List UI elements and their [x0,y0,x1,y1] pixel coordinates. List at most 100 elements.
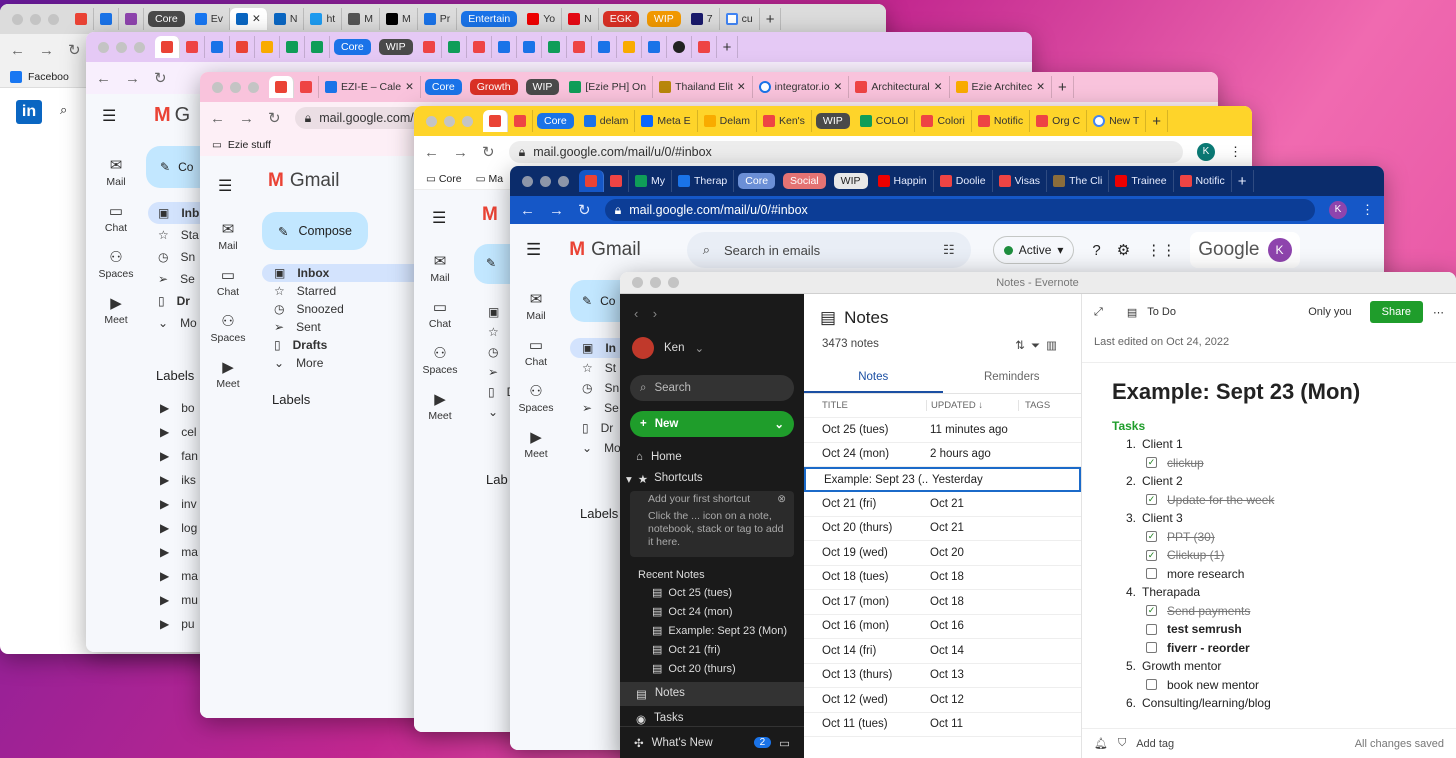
account-chip[interactable]: Google K [1190,232,1300,268]
folder-more[interactable]: ⌄ More [262,354,414,372]
avatar[interactable]: K [1329,201,1347,219]
tab[interactable] [294,76,319,98]
folder-sent[interactable]: ➢ Sent [262,318,414,336]
tab[interactable]: Pr [418,8,458,30]
tab-group[interactable]: WIP [646,11,681,27]
folder-sent[interactable]: ➢Se [476,362,525,382]
window-controls[interactable] [0,13,69,25]
menu-icon[interactable]: ☰ [432,208,446,228]
forward-icon[interactable]: › [653,306,657,321]
tab[interactable] [692,36,717,58]
table-row[interactable]: Oct 20 (thurs) Oct 21 [804,517,1081,541]
note-title[interactable]: Example: Sept 23 (Mon) [1112,379,1426,405]
tab-gmail[interactable] [69,8,94,30]
tab[interactable]: N [268,8,305,30]
menu-dots-icon[interactable]: ⋮ [1361,202,1374,218]
tab[interactable] [542,36,567,58]
tab[interactable]: Ken's [757,110,812,132]
column-updated[interactable]: UPDATED ↓ [926,400,1018,411]
window-controls[interactable] [86,41,155,53]
checkbox[interactable] [1146,623,1157,635]
task-item[interactable]: 3. Client 3 [1112,509,1426,528]
tab-group[interactable]: Core [148,11,185,27]
tab[interactable]: Notific [972,110,1031,132]
forward-icon[interactable]: → [453,144,468,161]
checkbox-checked[interactable]: ✓ [1146,494,1157,506]
folder-inbox[interactable]: ▣ Inbox [262,264,414,282]
checkbox-checked[interactable]: ✓ [1146,457,1157,469]
folder-more[interactable]: ⌄ Mo [148,312,200,334]
tab[interactable]: 7 [685,8,720,30]
folder-starred[interactable]: ☆ Starred [262,282,414,300]
recent-note[interactable]: ▤ Oct 25 (tues) [620,583,804,602]
gmail-logo[interactable]: M Gmail [268,170,339,192]
subtask-item[interactable]: ✓ PPT (30) [1112,528,1426,547]
search-icon[interactable]: ⌕ [60,102,67,118]
tab[interactable]: My [629,170,672,192]
tab-group[interactable]: Social [783,173,826,189]
compose-button[interactable]: ✎ Compose [262,212,368,250]
folder-drafts[interactable]: ▯Dr [476,382,519,402]
new-tab-button[interactable]: + [717,36,739,58]
gmail-m-icon[interactable]: M [482,204,498,226]
menu-icon[interactable]: ☰ [218,176,232,196]
task-item[interactable]: 2. Client 2 [1112,472,1426,491]
tab-group[interactable]: WIP [378,39,413,55]
folder-snoozed[interactable]: ◷ Snoozed [262,300,414,318]
tab-reminders[interactable]: Reminders [943,363,1082,393]
compose-button[interactable]: ✎ Co [570,280,622,322]
tab[interactable]: Thailand Elit ✕ [653,76,753,98]
bell-icon[interactable]: 🔔︎ [1094,737,1108,750]
tab-group[interactable]: Core [334,39,371,55]
nav-shortcuts[interactable]: ▾ ★ Shortcuts [620,467,804,491]
table-row[interactable]: Oct 12 (wed) Oct 12 [804,688,1081,713]
rail-meet[interactable]: ▶ Meet [96,294,136,326]
rail-chat[interactable]: ▭ Chat [420,298,460,330]
new-note-button[interactable]: + New ⌄ [630,411,794,437]
nav-home[interactable]: ⌂ Home [620,437,804,467]
checkbox-checked[interactable]: ✓ [1146,605,1157,617]
table-row[interactable]: Oct 14 (fri) Oct 14 [804,639,1081,664]
search-input[interactable]: ⌕ Search in emails ☷ [686,232,971,268]
folder-snoozed[interactable]: ◷Sn [476,342,525,362]
expand-icon[interactable]: ⤢ [1094,306,1103,319]
help-icon[interactable]: ? [1092,242,1100,259]
table-row[interactable]: Oct 24 (mon) 2 hours ago [804,443,1081,467]
folder-snoozed[interactable]: ◷Sn [570,378,622,398]
table-row[interactable]: Oct 17 (mon) Oct 18 [804,590,1081,615]
note-body[interactable]: Example: Sept 23 (Mon) Tasks 1. Client 1 ✓… [1082,363,1456,713]
gmail-logo[interactable]: MG [154,104,190,127]
tab[interactable]: ht [304,8,343,30]
tab-gmail[interactable] [269,76,294,98]
tab[interactable]: Meta E [635,110,698,132]
tab[interactable] [492,36,517,58]
recent-note[interactable]: ▤ Oct 21 (fri) [620,640,804,659]
status-button[interactable]: Active ▾ [992,236,1075,264]
label-item[interactable]: ▶ inv [160,492,200,516]
tab[interactable] [94,8,119,30]
rail-meet[interactable]: ▶ Meet [516,428,556,460]
back-icon[interactable]: ‹ [634,306,638,321]
forward-icon[interactable]: → [125,70,140,87]
filter-icon[interactable]: ☷ [943,242,955,258]
table-row[interactable]: Oct 13 (thurs) Oct 13 [804,664,1081,688]
folder-sent[interactable]: ➢Se [148,268,200,290]
checkbox-checked[interactable]: ✓ [1146,531,1157,543]
tab[interactable] [517,36,542,58]
reload-icon[interactable]: ↻ [154,69,167,87]
back-icon[interactable]: ← [520,202,535,219]
settings-icon[interactable]: ⚙ [1117,241,1130,259]
subtask-item[interactable]: fiverr - reorder [1112,639,1426,658]
tab-gmail[interactable] [155,36,180,58]
label-item[interactable]: ▶ cel [160,420,200,444]
table-row[interactable]: Oct 18 (tues) Oct 18 [804,566,1081,590]
more-options-icon[interactable]: ⋯ [1433,306,1444,319]
tab[interactable]: Doolie [934,170,993,192]
whats-new[interactable]: ✣ What's New 2 ▭ [620,726,804,758]
back-icon[interactable]: ← [96,70,111,87]
rail-chat[interactable]: ▭ Chat [206,266,250,298]
tab[interactable]: [Ezie PH] On [563,76,654,98]
tab[interactable]: Architectural ✕ [849,76,950,98]
tab-linkedin[interactable]: ✕ [230,8,268,30]
tab-notes[interactable]: Notes [804,363,943,393]
